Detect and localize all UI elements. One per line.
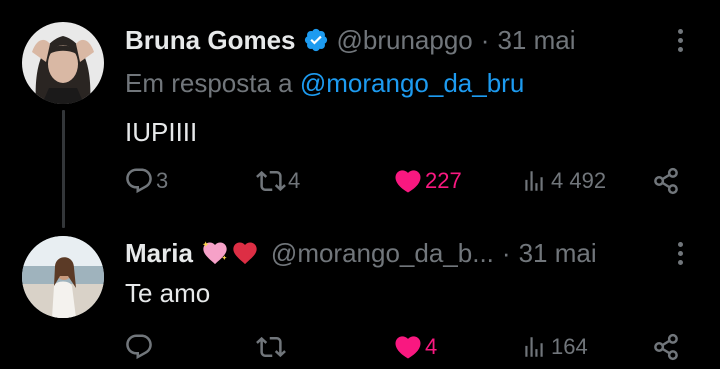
share-icon xyxy=(654,333,678,361)
like-button[interactable]: 4 xyxy=(393,332,437,362)
heart-filled-icon xyxy=(395,170,421,193)
author-name[interactable]: Bruna Gomes xyxy=(125,24,296,56)
author-name[interactable]: Maria xyxy=(125,237,193,269)
retweet-button[interactable]: 4 xyxy=(256,166,300,196)
tweet-bruna[interactable]: Bruna Gomes @brunapgo · 31 mai Em respos… xyxy=(0,0,720,230)
more-options-icon[interactable] xyxy=(666,239,694,267)
retweet-button[interactable] xyxy=(256,332,288,362)
reply-icon xyxy=(126,168,152,194)
views-count: 4 492 xyxy=(551,168,607,193)
views-chart-icon xyxy=(525,337,543,357)
reply-context: Em resposta a @morango_da_bru xyxy=(125,67,524,99)
tweet-text: Te amo xyxy=(125,278,211,308)
more-options-icon[interactable] xyxy=(666,26,694,54)
tweet-header: Bruna Gomes @brunapgo · 31 mai xyxy=(125,24,576,56)
separator-dot: · xyxy=(480,25,490,55)
tweet-header: Maria @morango_da_b... · 31 mai xyxy=(125,237,597,269)
tweet-text: IUPIIII xyxy=(125,117,198,147)
thread-connector xyxy=(62,110,65,228)
views-chart-icon xyxy=(525,171,543,191)
reply-button[interactable] xyxy=(124,332,156,362)
reply-button[interactable]: 3 xyxy=(124,166,168,196)
tweet-maria[interactable]: Maria @morango_da_b... · 31 mai Te amo 4… xyxy=(0,230,720,369)
reply-prefix: Em resposta a xyxy=(125,68,293,98)
retweet-icon xyxy=(256,336,286,358)
verified-badge-icon xyxy=(303,27,329,53)
like-count: 227 xyxy=(425,168,462,193)
avatar[interactable] xyxy=(22,236,104,318)
views-count: 164 xyxy=(551,334,588,359)
retweet-icon xyxy=(256,170,286,192)
share-icon xyxy=(654,167,678,195)
views-button[interactable]: 4 492 xyxy=(521,166,606,196)
tweet-date[interactable]: 31 mai xyxy=(497,24,575,56)
heart-filled-icon xyxy=(395,336,421,359)
tweet-date[interactable]: 31 mai xyxy=(519,237,597,269)
reply-count: 3 xyxy=(156,168,169,193)
sparkling-heart-icon xyxy=(201,239,229,267)
author-handle[interactable]: @brunapgo xyxy=(337,24,473,56)
like-count: 4 xyxy=(425,334,438,359)
separator-dot: · xyxy=(501,238,511,268)
reply-mention-link[interactable]: @morango_da_bru xyxy=(300,68,524,98)
share-button[interactable] xyxy=(651,166,681,196)
views-button[interactable]: 164 xyxy=(521,332,588,362)
like-button[interactable]: 227 xyxy=(393,166,462,196)
reply-icon xyxy=(126,334,152,360)
share-button[interactable] xyxy=(651,332,681,362)
retweet-count: 4 xyxy=(288,168,301,193)
avatar[interactable] xyxy=(22,22,104,104)
author-handle[interactable]: @morango_da_b... xyxy=(271,237,494,269)
red-heart-icon xyxy=(231,239,259,267)
